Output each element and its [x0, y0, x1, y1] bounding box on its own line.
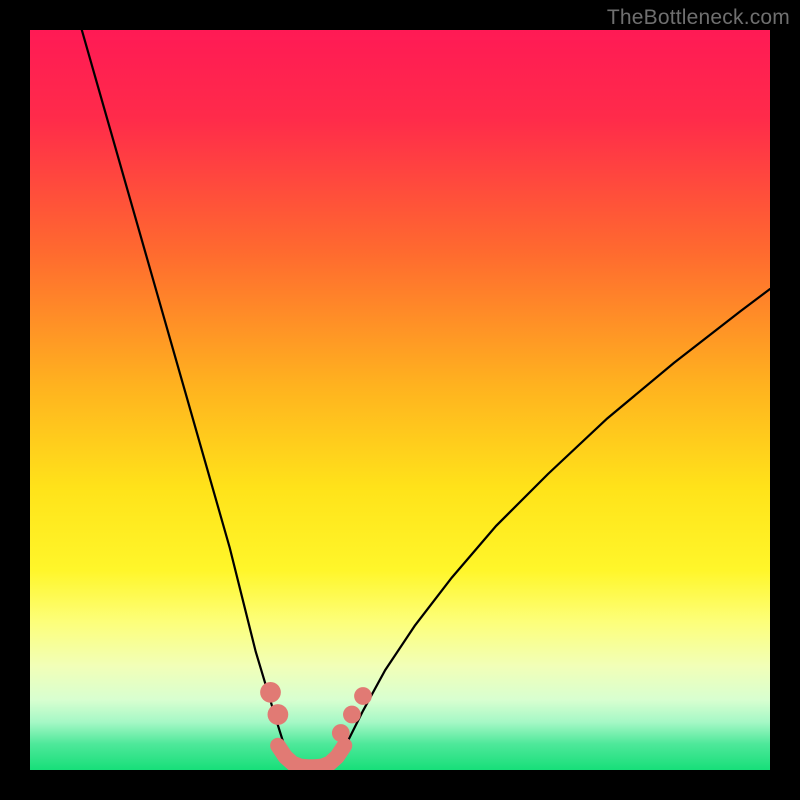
floor-band	[278, 746, 345, 767]
watermark-text: TheBottleneck.com	[607, 6, 790, 30]
left-curve	[82, 30, 291, 759]
right-dot-2	[343, 706, 361, 724]
chart-frame: TheBottleneck.com	[0, 0, 800, 800]
right-dot-3	[354, 687, 372, 705]
curve-layer	[30, 30, 770, 770]
marker-group	[260, 682, 372, 742]
left-dot-2	[268, 704, 289, 725]
right-dot-1	[332, 724, 350, 742]
plot-area	[30, 30, 770, 770]
left-dot-1	[260, 682, 281, 703]
right-curve	[337, 289, 770, 759]
